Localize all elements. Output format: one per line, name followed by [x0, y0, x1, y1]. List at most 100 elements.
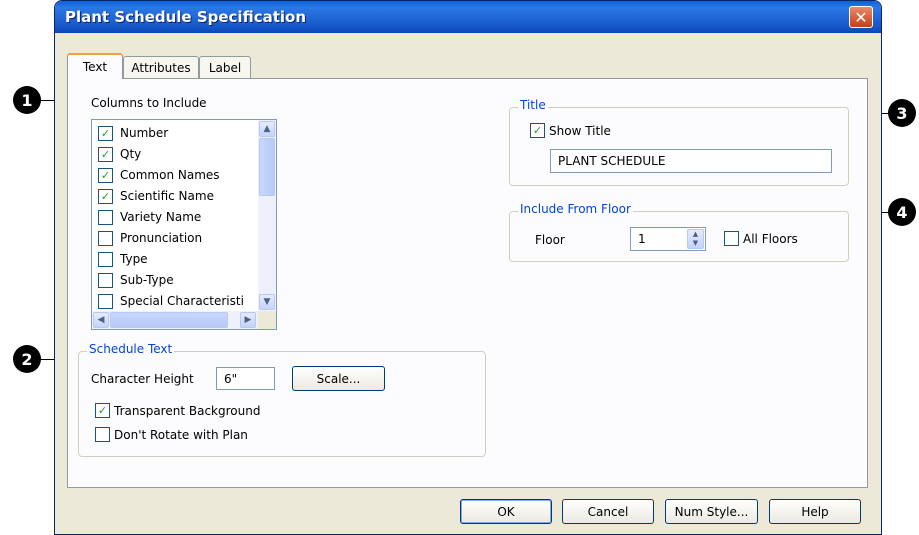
floor-label: Floor	[535, 233, 565, 247]
help-button[interactable]: Help	[769, 499, 861, 524]
num-style-button-label: Num Style...	[674, 504, 749, 519]
vertical-scrollbar[interactable]: ▲ ▼	[258, 120, 276, 311]
tab-text-label: Text	[82, 60, 108, 74]
ok-button-label: OK	[497, 504, 515, 519]
show-title-box[interactable]: ✓	[530, 123, 545, 138]
tab-attributes[interactable]: Attributes	[123, 56, 199, 78]
chevron-left-icon: ◀	[97, 315, 105, 325]
title-text-value: PLANT SCHEDULE	[558, 154, 666, 168]
list-item[interactable]: ✓ Scientific Name	[98, 186, 214, 206]
list-item[interactable]: ✓ Common Names	[98, 165, 220, 185]
all-floors-box[interactable]	[724, 231, 739, 246]
title-bar[interactable]: Plant Schedule Specification ✕	[55, 1, 881, 33]
list-item-checkbox[interactable]	[98, 230, 113, 246]
check-icon: ✓	[532, 124, 543, 137]
list-item-checkbox[interactable]: ✓	[98, 188, 113, 204]
num-style-button[interactable]: Num Style...	[665, 499, 758, 524]
list-item[interactable]: ✓ Number	[98, 123, 168, 143]
callout-1: 1	[13, 86, 41, 114]
tab-text[interactable]: Text	[67, 53, 123, 79]
list-item[interactable]: Sub-Type	[98, 270, 174, 290]
title-text-input[interactable]: PLANT SCHEDULE	[550, 149, 832, 173]
scroll-right-button[interactable]: ▶	[240, 312, 256, 328]
check-icon: ✓	[97, 404, 108, 417]
check-icon: ✓	[100, 168, 111, 182]
ok-button[interactable]: OK	[460, 499, 552, 524]
list-item-label: Type	[120, 252, 148, 266]
include-floor-legend: Include From Floor	[518, 202, 633, 216]
tab-label-label: Label	[208, 60, 242, 75]
list-item-checkbox[interactable]	[98, 209, 113, 225]
scroll-corner	[258, 311, 276, 329]
list-item-checkbox[interactable]: ✓	[98, 146, 113, 162]
scroll-thumb[interactable]	[259, 138, 275, 196]
list-item-label: Sub-Type	[120, 273, 174, 287]
check-icon: ✓	[100, 189, 111, 203]
list-item-checkbox[interactable]	[98, 293, 113, 309]
check-icon: ✓	[100, 126, 111, 140]
scroll-left-button[interactable]: ◀	[93, 312, 109, 328]
floor-value: 1	[638, 232, 646, 246]
scale-button-label: Scale...	[316, 371, 361, 386]
list-item-checkbox[interactable]: ✓	[98, 167, 113, 183]
columns-listbox[interactable]: ✓ Number ✓ Qty ✓ Common Names ✓ Scientific Name…	[91, 119, 277, 330]
scale-button[interactable]: Scale...	[292, 366, 385, 391]
list-item-label: Common Names	[120, 168, 220, 182]
list-item[interactable]: Special Characteristi	[98, 291, 244, 311]
list-item[interactable]: Variety Name	[98, 207, 201, 227]
show-title-label: Show Title	[549, 123, 611, 138]
schedule-text-legend: Schedule Text	[87, 342, 175, 356]
list-item[interactable]: Type	[98, 249, 148, 269]
tab-attributes-label: Attributes	[131, 60, 191, 75]
list-item-label: Special Characteristi	[120, 294, 244, 308]
callout-3: 3	[888, 99, 916, 127]
cancel-button-label: Cancel	[587, 504, 629, 519]
columns-label: Columns to Include	[91, 96, 207, 110]
close-button[interactable]: ✕	[849, 6, 873, 28]
list-item-label: Variety Name	[120, 210, 202, 224]
spinner-arrows[interactable]: ▲ ▼	[687, 229, 704, 249]
list-item-label: Qty	[120, 147, 142, 161]
callout-4: 4	[888, 198, 916, 226]
spin-down-icon: ▼	[692, 239, 699, 247]
close-icon: ✕	[854, 7, 868, 27]
help-button-label: Help	[801, 504, 829, 519]
dont-rotate-box[interactable]	[95, 427, 110, 442]
transparent-background-label: Transparent Background	[114, 403, 261, 418]
horizontal-scrollbar[interactable]: ◀ ▶	[92, 311, 258, 329]
title-legend: Title	[518, 98, 548, 112]
scroll-up-button[interactable]: ▲	[259, 121, 275, 137]
title-group	[509, 107, 849, 186]
chevron-right-icon: ▶	[244, 315, 252, 325]
list-item-checkbox[interactable]: ✓	[98, 125, 113, 141]
transparent-background-box[interactable]: ✓	[95, 403, 110, 418]
list-item-label: Scientific Name	[120, 189, 214, 203]
character-height-label: Character Height	[91, 372, 194, 386]
cancel-button[interactable]: Cancel	[562, 499, 654, 524]
dont-rotate-checkbox[interactable]: Don't Rotate with Plan	[95, 427, 248, 442]
character-height-value: 6"	[224, 371, 238, 386]
dialog-window: Plant Schedule Specification ✕ Text Attr…	[54, 0, 882, 535]
list-item-label: Number	[120, 126, 169, 140]
scroll-down-button[interactable]: ▼	[259, 294, 275, 310]
list-item-checkbox[interactable]	[98, 251, 113, 267]
all-floors-label: All Floors	[743, 231, 798, 246]
floor-spinner[interactable]: 1 ▲ ▼	[630, 227, 706, 251]
hscroll-thumb[interactable]	[110, 312, 228, 328]
character-height-input[interactable]: 6"	[216, 367, 275, 390]
list-item-label: Pronunciation	[120, 231, 203, 245]
chevron-down-icon: ▼	[263, 297, 271, 307]
dont-rotate-label: Don't Rotate with Plan	[114, 427, 248, 442]
callout-2: 2	[13, 345, 41, 373]
check-icon: ✓	[100, 147, 111, 161]
window-title: Plant Schedule Specification	[65, 8, 307, 26]
all-floors-checkbox[interactable]: All Floors	[724, 231, 798, 246]
spin-up-icon: ▲	[692, 230, 699, 238]
tab-label[interactable]: Label	[199, 56, 251, 78]
transparent-background-checkbox[interactable]: ✓ Transparent Background	[95, 403, 260, 418]
show-title-checkbox[interactable]: ✓ Show Title	[530, 123, 611, 138]
list-item[interactable]: ✓ Qty	[98, 144, 141, 164]
list-item-checkbox[interactable]	[98, 272, 113, 288]
tab-panel: Columns to Include ✓ Number ✓ Qty ✓ Common Na…	[67, 78, 868, 488]
list-item[interactable]: Pronunciation	[98, 228, 202, 248]
